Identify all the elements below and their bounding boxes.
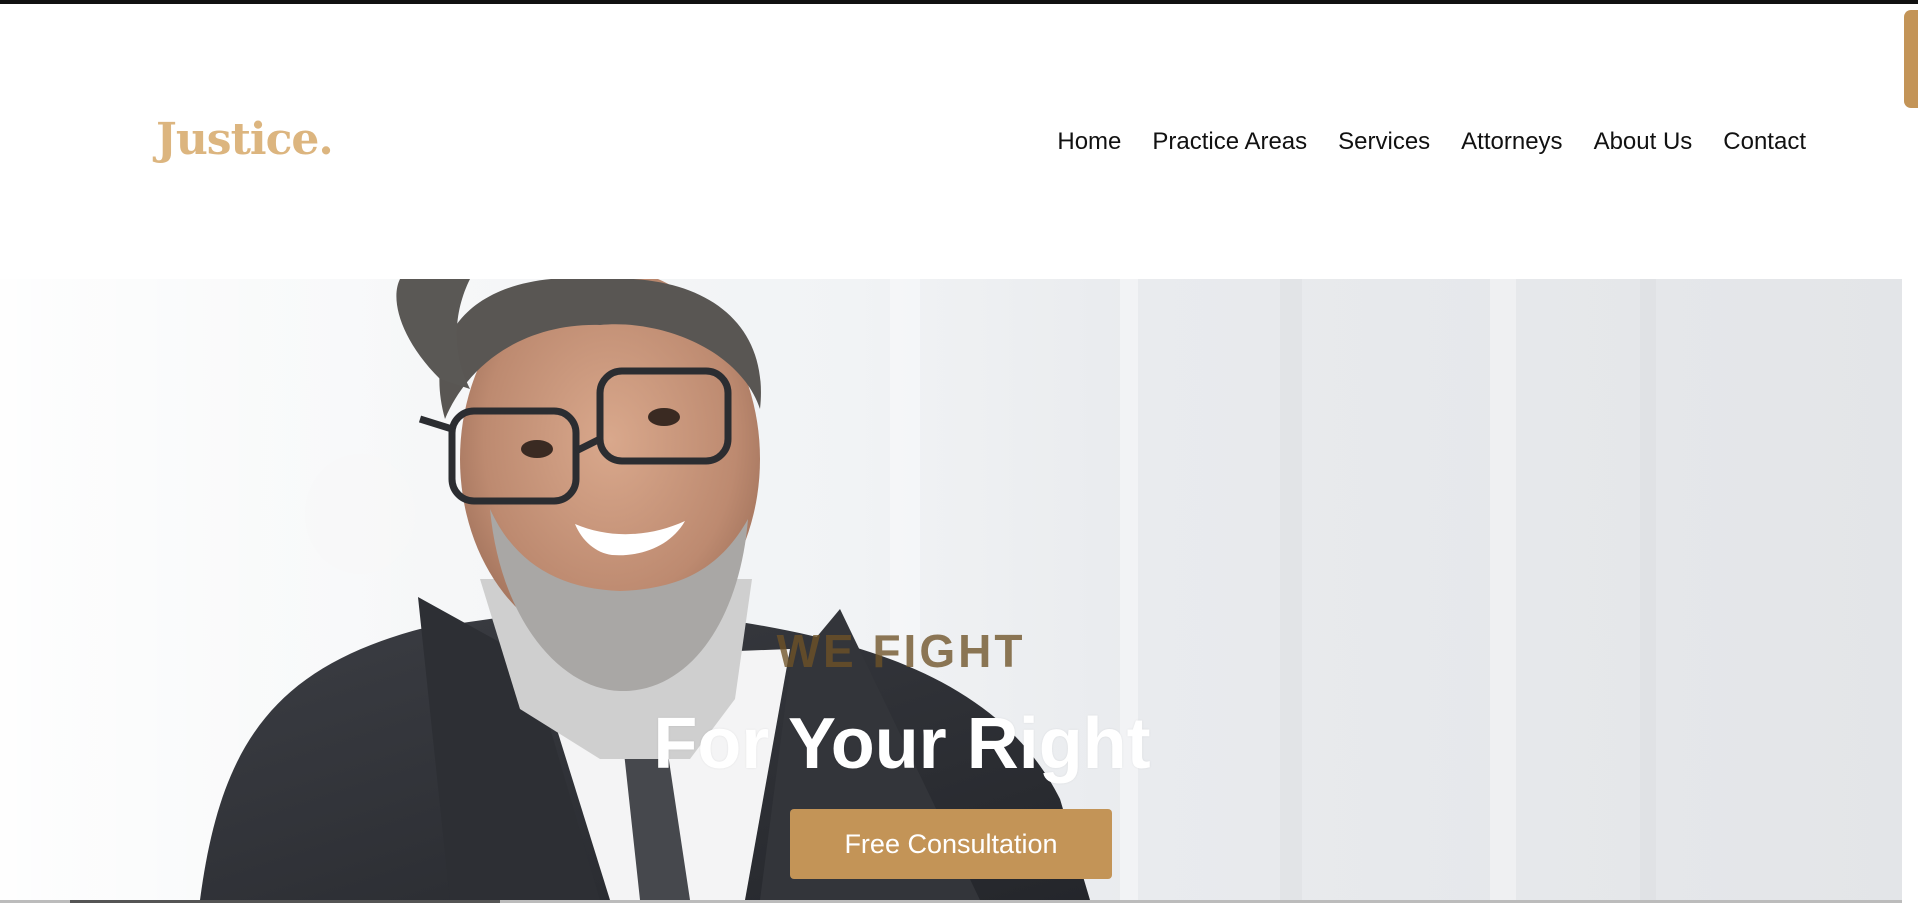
free-consultation-button[interactable]: Free Consultation bbox=[790, 809, 1112, 879]
site-header: Justice. Home Practice Areas Services At… bbox=[0, 4, 1902, 279]
nav-link-contact[interactable]: Contact bbox=[1723, 128, 1806, 156]
site-logo[interactable]: Justice. bbox=[156, 114, 334, 165]
main-nav: Home Practice Areas Services Attorneys A… bbox=[1057, 128, 1806, 156]
nav-link-services[interactable]: Services bbox=[1338, 128, 1430, 156]
hero-portrait-image bbox=[0, 279, 1656, 900]
nav-link-attorneys[interactable]: Attorneys bbox=[1461, 128, 1562, 156]
nav-link-about-us[interactable]: About Us bbox=[1594, 128, 1693, 156]
scrollbar-thumb[interactable] bbox=[1904, 10, 1918, 108]
nav-link-practice-areas[interactable]: Practice Areas bbox=[1152, 128, 1307, 156]
nav-link-home[interactable]: Home bbox=[1057, 128, 1121, 156]
hero-kicker: WE FIGHT bbox=[776, 625, 1026, 677]
hero-headline: For Your Right bbox=[653, 704, 1151, 784]
hero-banner: WE FIGHT For Your Right Free Consultatio… bbox=[0, 279, 1902, 900]
